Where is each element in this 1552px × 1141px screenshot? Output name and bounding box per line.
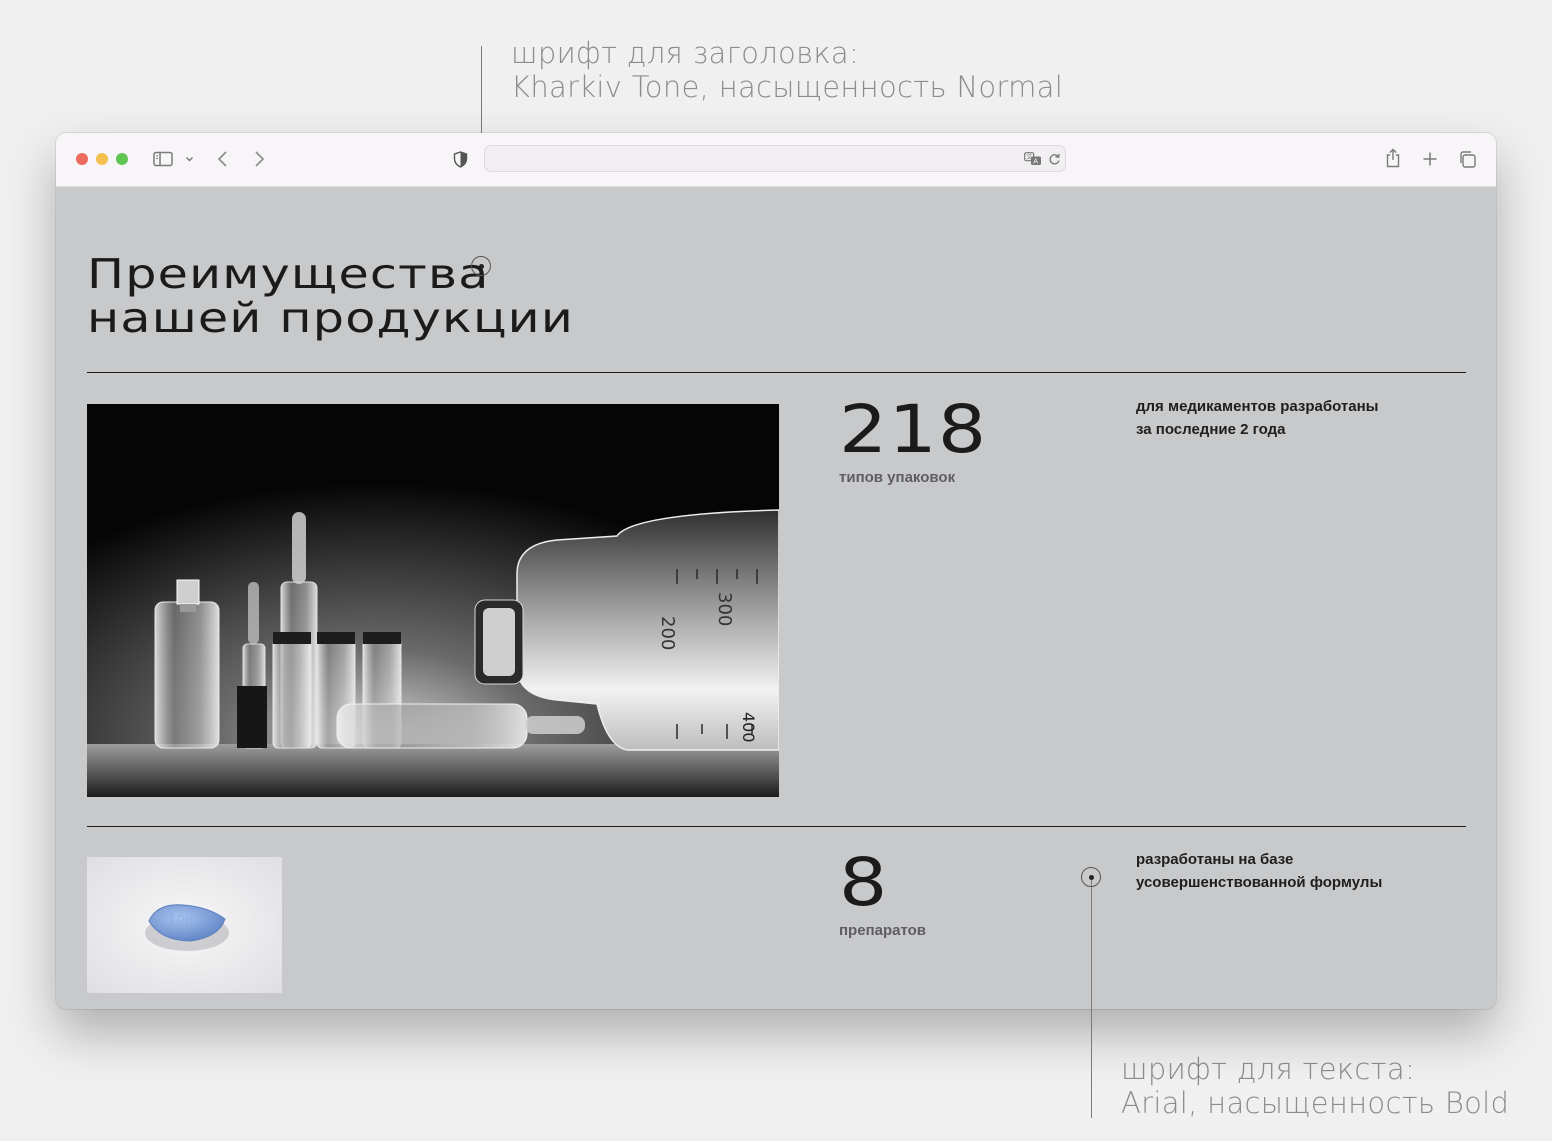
heading-font-annotation: шрифт для заголовка: Kharkiv Tone, насыщ… [511, 36, 1063, 104]
close-window-button[interactable] [76, 153, 88, 165]
page-title-line1: Преимущества [87, 250, 490, 298]
svg-text:文: 文 [1026, 153, 1032, 161]
svg-text:A: A [1033, 158, 1038, 166]
bottle-mark-200: 200 [657, 616, 678, 650]
text-font-annotation-detail: Arial, насыщенность Bold [1121, 1086, 1510, 1120]
heading-font-annotation-title: шрифт для заголовка: [511, 36, 860, 70]
bottle-mark-300: 300 [714, 592, 735, 626]
reload-icon[interactable] [1048, 152, 1061, 166]
page-content: Преимущества нашей продукции 200 300 400… [56, 186, 1496, 1009]
stat-description-drugs-line1: разработаны на базе [1136, 851, 1294, 868]
stat-label-packaging: типов упаковок [839, 469, 956, 486]
stat-description-drugs-line2: усовершенствованной формулы [1136, 874, 1383, 891]
stat-label-drugs: препаратов [839, 922, 927, 939]
chevron-down-icon[interactable] [185, 155, 194, 163]
new-tab-icon[interactable] [1422, 151, 1438, 167]
back-icon[interactable] [216, 150, 230, 168]
bottle-mark-400: 400 [739, 712, 758, 743]
translate-icon[interactable]: 文 A [1024, 152, 1042, 166]
browser-window: 文 A Преимущества нашей продукции 200 300… [56, 133, 1496, 1009]
pill-photo: 100 [87, 857, 282, 993]
stat-number-drugs: 8 [839, 844, 889, 921]
heading-font-annotation-detail: Kharkiv Tone, насыщенность Normal [511, 70, 1064, 104]
share-icon[interactable] [1385, 148, 1401, 168]
minimize-window-button[interactable] [96, 153, 108, 165]
pill-imprint: 100 [167, 912, 193, 930]
stat-description-packaging-line1: для медикаментов разработаны [1136, 398, 1379, 415]
text-font-annotation-title: шрифт для текста: [1121, 1052, 1416, 1086]
sidebar-icon[interactable] [153, 151, 173, 167]
stat-description-packaging-line2: за последние 2 года [1136, 421, 1286, 438]
vials-photo: 200 300 400 [87, 404, 779, 797]
shield-icon[interactable] [453, 151, 468, 168]
address-bar[interactable]: 文 A [484, 145, 1066, 172]
text-font-annotation: шрифт для текста: Arial, насыщенность Bo… [1121, 1052, 1509, 1120]
page-title-line2: нашей продукции [87, 294, 575, 342]
heading-annotation-marker [471, 256, 491, 276]
text-annotation-leader [1091, 877, 1092, 1118]
forward-icon[interactable] [252, 150, 266, 168]
stat-number-packaging: 218 [839, 391, 988, 468]
section-divider-top [87, 372, 1466, 373]
zoom-window-button[interactable] [116, 153, 128, 165]
section-divider-middle [87, 826, 1466, 827]
tabs-overview-icon[interactable] [1458, 150, 1477, 169]
browser-toolbar: 文 A [56, 133, 1496, 187]
page-title: Преимущества нашей продукции [87, 252, 574, 340]
stat-description-packaging: для медикаментов разработаны за последни… [1136, 395, 1436, 441]
text-annotation-marker [1081, 867, 1101, 887]
stat-description-drugs: разработаны на базе усовершенствованной … [1136, 848, 1436, 894]
